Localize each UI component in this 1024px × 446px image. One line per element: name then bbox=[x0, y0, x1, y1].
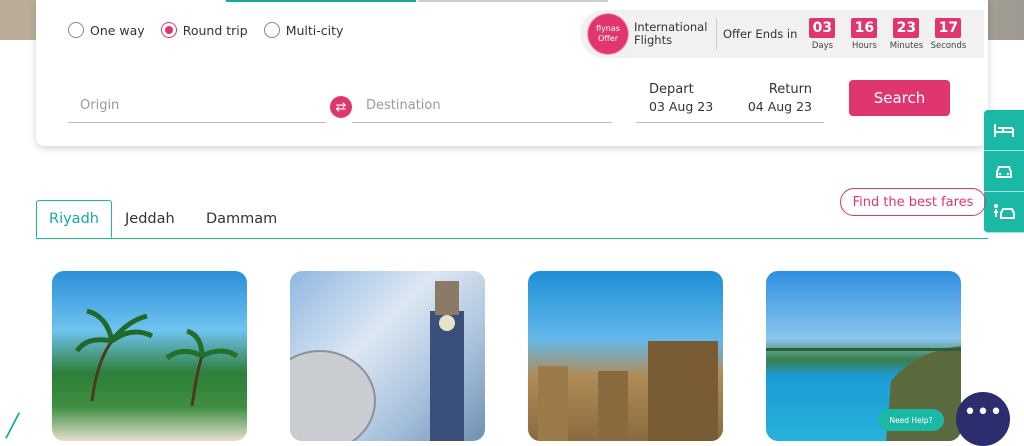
radio-one-way[interactable]: One way bbox=[68, 22, 145, 38]
offer-badge: flynas Offer bbox=[590, 16, 626, 52]
search-button[interactable]: Search bbox=[849, 80, 950, 116]
flight-search-card: One way Round trip Multi-city flynas Off… bbox=[36, 0, 988, 146]
depart-date[interactable]: Depart 03 Aug 23 bbox=[649, 82, 713, 114]
radio-circle[interactable] bbox=[263, 22, 280, 38]
countdown-label: Days bbox=[811, 40, 834, 51]
countdown-value: 17 bbox=[935, 17, 962, 38]
destination-card[interactable] bbox=[528, 271, 723, 441]
destination-placeholder: Destination bbox=[366, 98, 441, 113]
offer-badge-line1: flynas bbox=[596, 24, 620, 33]
swap-icon[interactable]: ⇄ bbox=[330, 96, 352, 118]
tab-indicator-line bbox=[226, 0, 416, 2]
side-rail bbox=[984, 110, 1024, 233]
palm-beach-image bbox=[74, 308, 239, 407]
countdown-minutes: 23 Minutes bbox=[887, 17, 925, 51]
find-best-fares-button[interactable]: Find the best fares bbox=[840, 188, 986, 216]
radio-circle[interactable] bbox=[160, 22, 177, 38]
countdown-seconds: 17 Seconds bbox=[929, 17, 967, 51]
clock-tower-image bbox=[290, 281, 464, 441]
origin-placeholder: Origin bbox=[80, 98, 120, 113]
return-date[interactable]: Return 04 Aug 23 bbox=[748, 82, 812, 114]
offer-badge-line2: Offer bbox=[597, 34, 619, 43]
tab-indicator-line bbox=[418, 0, 608, 2]
offer-title: International Flights bbox=[634, 21, 712, 47]
offer-divider bbox=[716, 18, 717, 50]
tab-riyadh[interactable]: Riyadh bbox=[36, 200, 112, 238]
countdown-label: Seconds bbox=[930, 40, 967, 51]
person-car-icon[interactable] bbox=[984, 192, 1024, 233]
radio-multi-city[interactable]: Multi-city bbox=[263, 22, 344, 38]
destination-card[interactable] bbox=[290, 271, 485, 441]
depart-label: Depart bbox=[649, 82, 694, 97]
radio-circle[interactable] bbox=[68, 22, 84, 38]
chat-icon[interactable]: ••• bbox=[956, 392, 1010, 446]
radio-round-trip[interactable]: Round trip bbox=[160, 22, 248, 38]
radio-label: One way bbox=[90, 22, 145, 38]
radio-label: Multi-city bbox=[285, 22, 344, 38]
offer-banner: flynas Offer International Flights Offer… bbox=[580, 10, 984, 58]
offer-ends-label: Offer Ends in bbox=[723, 27, 798, 41]
countdown-timer: 03 Days 16 Hours 23 Minutes 17 Seconds bbox=[803, 17, 967, 51]
trip-type-group: One way Round trip Multi-city bbox=[68, 22, 343, 38]
destination-field[interactable]: Destination bbox=[352, 90, 612, 123]
countdown-label: Hours bbox=[851, 40, 877, 51]
return-value: 04 Aug 23 bbox=[747, 99, 812, 114]
tab-jeddah[interactable]: Jeddah bbox=[113, 200, 187, 237]
depart-value: 03 Aug 23 bbox=[649, 99, 714, 114]
destination-card[interactable] bbox=[52, 271, 247, 441]
origin-field[interactable]: Origin bbox=[68, 90, 326, 123]
radio-label: Round trip bbox=[182, 22, 248, 38]
ruins-image bbox=[538, 341, 718, 441]
countdown-days: 03 Days bbox=[803, 17, 841, 51]
date-picker[interactable]: Depart 03 Aug 23 Return 04 Aug 23 bbox=[636, 82, 824, 123]
countdown-value: 16 bbox=[851, 17, 878, 38]
countdown-value: 03 bbox=[809, 17, 836, 38]
return-label: Return bbox=[768, 82, 812, 97]
carousel-prev-icon[interactable]: ╱ bbox=[6, 414, 19, 439]
bed-icon[interactable] bbox=[984, 110, 1024, 151]
countdown-hours: 16 Hours bbox=[845, 17, 883, 51]
countdown-value: 23 bbox=[893, 17, 920, 38]
offer-title-line2: Flights bbox=[634, 33, 673, 47]
need-help-badge[interactable]: Need Help? bbox=[878, 409, 944, 431]
tab-dammam[interactable]: Dammam bbox=[194, 200, 289, 237]
car-icon[interactable] bbox=[984, 151, 1024, 192]
countdown-label: Minutes bbox=[889, 40, 924, 51]
